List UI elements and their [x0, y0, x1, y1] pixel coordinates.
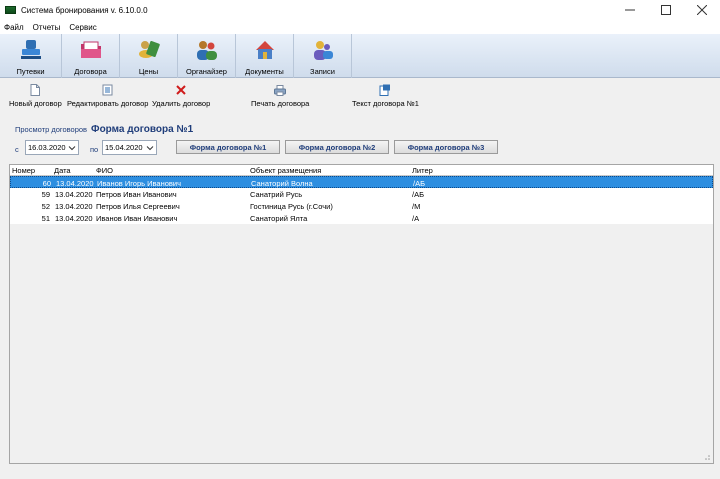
menu-service[interactable]: Сервис	[69, 23, 96, 32]
table-body: 60 13.04.2020 Иванов Игорь Иванович Санатор…	[10, 176, 713, 224]
notes-icon	[313, 41, 333, 60]
column-header-object[interactable]: Объект размещения	[250, 166, 321, 175]
column-header-date[interactable]: Дата	[54, 166, 71, 175]
column-header-name[interactable]: ФИО	[96, 166, 113, 175]
cell-number: 59	[41, 190, 50, 199]
menu-file[interactable]: Файл	[4, 23, 24, 32]
cell-liter: /АБ	[413, 179, 426, 188]
cell-number: 52	[41, 202, 50, 211]
print-contract-label: Печать договора	[251, 99, 310, 108]
action-bar: Новый договор Редактировать договор Удал…	[5, 84, 714, 114]
date-to-label: по	[90, 145, 99, 154]
table-row[interactable]: 52 13.04.2020 Петров Илья Сергеевич Гостини…	[10, 200, 713, 212]
form-2-button[interactable]: Форма договора №2	[285, 140, 389, 154]
new-document-icon	[29, 84, 41, 96]
contract-text-label: Текст договора №1	[352, 99, 419, 108]
new-contract-label: Новый договор	[9, 99, 62, 108]
cell-date: 13.04.2020	[55, 214, 93, 223]
date-filter: с 16.03.2020 по 15.04.2020 Форма договор…	[13, 140, 713, 156]
maximize-icon	[661, 5, 671, 15]
toolbar-label: Записи	[310, 67, 335, 76]
printer-icon	[274, 84, 287, 96]
cell-object: Санаторий Ялта	[250, 214, 308, 223]
delete-x-icon	[175, 84, 187, 96]
new-contract-button[interactable]: Новый договор	[9, 84, 62, 108]
cell-object: Гостиница Русь (г.Сочи)	[250, 202, 333, 211]
title-bar: Система бронирования v. 6.10.0.0	[0, 0, 720, 20]
close-button[interactable]	[684, 0, 720, 20]
table-row[interactable]: 59 13.04.2020 Петров Иван Иванович Санатрий…	[10, 188, 713, 200]
breadcrumb: Просмотр договоров	[15, 125, 88, 134]
cell-name: Петров Илья Сергеевич	[96, 202, 180, 211]
date-to-value: 15.04.2020	[105, 143, 143, 152]
cell-number: 51	[41, 214, 50, 223]
chevron-down-icon	[146, 146, 154, 151]
documents-icon	[255, 41, 274, 59]
cell-liter: /А	[412, 214, 420, 223]
contracts-panel: Новый договор Редактировать договор Удал…	[5, 80, 714, 472]
date-from-label: с	[15, 145, 19, 154]
stamp-icon	[20, 40, 41, 59]
contract-text-button[interactable]: Текст договора №1	[352, 84, 419, 108]
people-icon	[196, 41, 217, 60]
close-icon	[697, 5, 707, 15]
edit-contract-label: Редактировать договор	[67, 99, 149, 108]
form-1-button[interactable]: Форма договора №1	[176, 140, 280, 154]
main-toolbar: Путевки Договора Цены Органайзер Докумен…	[0, 34, 720, 78]
cell-liter: /АБ	[412, 190, 425, 199]
toolbar-prices-button[interactable]: Цены	[120, 34, 178, 78]
cell-liter: /М	[412, 202, 421, 211]
date-from-field[interactable]: 16.03.2020	[25, 140, 79, 155]
print-contract-button[interactable]: Печать договора	[251, 84, 309, 108]
cell-date: 13.04.2020	[55, 190, 93, 199]
delete-contract-label: Удалить договор	[152, 99, 211, 108]
cell-name: Петров Иван Иванович	[96, 190, 177, 199]
table-header: Номер Дата ФИО Объект размещения Литер	[10, 165, 713, 176]
minimize-button[interactable]	[612, 0, 648, 20]
edit-document-icon	[102, 84, 114, 96]
chevron-down-icon	[68, 146, 76, 151]
toolbar-notes-button[interactable]: Записи	[294, 34, 352, 78]
menu-bar: Файл Отчеты Сервис	[0, 20, 720, 34]
cell-object: Санаторий Волна	[251, 179, 313, 188]
table-row[interactable]: 51 13.04.2020 Иванов Иван Иванович Санатори…	[10, 212, 713, 224]
page-title: Форма договора №1	[91, 124, 194, 135]
table-row[interactable]: 60 13.04.2020 Иванов Игорь Иванович Санатор…	[10, 176, 713, 188]
contracts-table: Номер Дата ФИО Объект размещения Литер 6…	[9, 164, 714, 464]
window-title: Система бронирования v. 6.10.0.0	[21, 5, 148, 15]
panel-heading: Просмотр договоров Форма договора №1	[15, 124, 193, 135]
document-text-icon	[379, 84, 391, 96]
delete-contract-button[interactable]: Удалить договор	[152, 84, 210, 108]
folder-icon	[80, 41, 101, 58]
toolbar-label: Цены	[138, 67, 159, 76]
toolbar-organizer-button[interactable]: Органайзер	[178, 34, 236, 78]
app-logo-icon	[5, 6, 16, 14]
cell-name: Иванов Игорь Иванович	[97, 179, 181, 188]
edit-contract-button[interactable]: Редактировать договор	[67, 84, 148, 108]
maximize-button[interactable]	[648, 0, 684, 20]
toolbar-label: Органайзер	[186, 67, 227, 76]
date-from-value: 16.03.2020	[28, 143, 66, 152]
toolbar-label: Путевки	[16, 67, 45, 76]
cell-name: Иванов Иван Иванович	[96, 214, 178, 223]
money-icon	[138, 40, 160, 58]
cell-number: 60	[42, 179, 51, 188]
column-header-liter[interactable]: Литер	[412, 166, 433, 175]
minimize-icon	[625, 9, 635, 11]
cell-object: Санатрий Русь	[250, 190, 303, 199]
toolbar-contracts-button[interactable]: Договора	[62, 34, 120, 78]
toolbar-documents-button[interactable]: Документы	[236, 34, 294, 78]
window-controls	[612, 0, 720, 20]
menu-reports[interactable]: Отчеты	[33, 23, 61, 32]
cell-date: 13.04.2020	[56, 179, 94, 188]
toolbar-label: Документы	[245, 67, 284, 76]
toolbar-vouchers-button[interactable]: Путевки	[0, 34, 62, 78]
app-window: Система бронирования v. 6.10.0.0 Файл От…	[0, 0, 720, 479]
toolbar-label: Договора	[74, 67, 107, 76]
cell-date: 13.04.2020	[55, 202, 93, 211]
date-to-field[interactable]: 15.04.2020	[102, 140, 157, 155]
column-header-number[interactable]: Номер	[12, 166, 35, 175]
form-3-button[interactable]: Форма договора №3	[394, 140, 498, 154]
resize-grip-icon[interactable]	[703, 453, 711, 461]
